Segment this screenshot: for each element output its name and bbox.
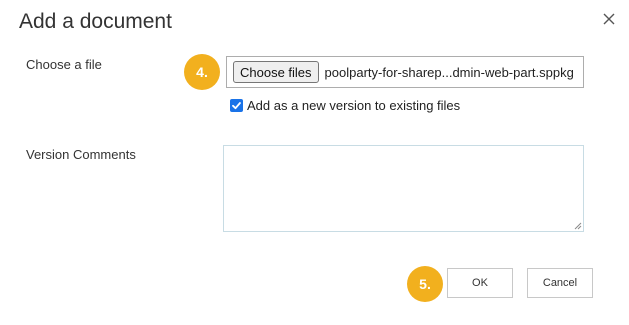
version-comments-textarea[interactable] [223, 145, 584, 232]
selected-file-name: poolparty-for-sharep...dmin-web-part.spp… [324, 64, 574, 80]
dialog-title: Add a document [19, 10, 172, 33]
choose-file-label: Choose a file [26, 57, 102, 72]
checkmark-icon [232, 102, 241, 110]
choose-files-button[interactable]: Choose files [233, 61, 319, 83]
cancel-button[interactable]: Cancel [527, 268, 593, 298]
add-document-dialog: Add a document Choose a file 4. Choose f… [0, 0, 629, 325]
new-version-option[interactable]: Add as a new version to existing files [230, 98, 460, 113]
file-input[interactable]: Choose files poolparty-for-sharep...dmin… [226, 56, 584, 88]
new-version-label[interactable]: Add as a new version to existing files [247, 98, 460, 113]
new-version-checkbox[interactable] [230, 99, 243, 112]
version-comments-label: Version Comments [26, 147, 136, 162]
step-badge-4: 4. [184, 54, 220, 90]
step-badge-5: 5. [407, 266, 443, 302]
resize-grip-icon[interactable] [574, 222, 582, 230]
close-icon [603, 13, 615, 25]
close-button[interactable] [598, 8, 620, 30]
ok-button[interactable]: OK [447, 268, 513, 298]
